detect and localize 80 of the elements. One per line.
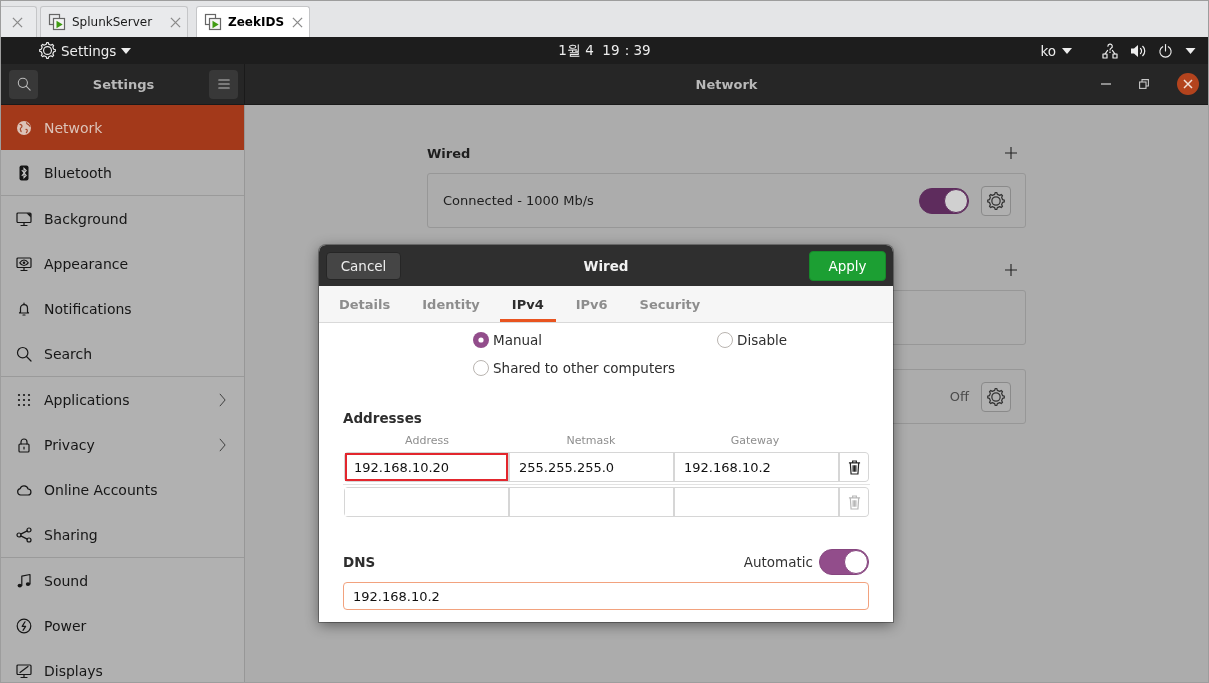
toggle-switch[interactable]: [919, 187, 969, 214]
settings-button[interactable]: [981, 381, 1011, 412]
sidebar-item[interactable]: Applications: [1, 377, 244, 422]
globe-icon: [16, 119, 32, 136]
bell-icon: [16, 300, 32, 317]
grid-icon: [16, 391, 32, 408]
search-icon: [16, 345, 32, 362]
gear-icon: [987, 191, 1005, 210]
caret-icon: [1062, 47, 1072, 54]
display-icon: [16, 662, 32, 679]
restore-icon[interactable]: [1139, 79, 1149, 89]
network-icon[interactable]: [1102, 42, 1118, 59]
vm-icon: [48, 13, 66, 31]
sidebar-item[interactable]: Sound: [1, 558, 244, 603]
settings-button[interactable]: [981, 185, 1011, 216]
sidebar-item[interactable]: Power: [1, 603, 244, 648]
sidebar-title: Settings: [91, 76, 156, 92]
connection-label: Connected - 1000 Mb/s: [443, 193, 595, 208]
status-text: Off: [949, 389, 969, 404]
plus-icon[interactable]: [1005, 264, 1017, 276]
music-note-icon: [16, 572, 32, 589]
column-header: Gateway: [729, 435, 781, 447]
search-icon: [16, 77, 31, 91]
netmask-field[interactable]: [510, 488, 673, 516]
clock[interactable]: 1월 4 19：39: [558, 41, 651, 60]
sidebar-item[interactable]: Sharing: [1, 512, 244, 557]
tab[interactable]: IPv4: [499, 286, 556, 322]
monitor-eye-icon: [16, 255, 32, 272]
browser-tab[interactable]: SplunkServer: [40, 6, 188, 37]
radio-option[interactable]: Manual: [473, 326, 717, 354]
sidebar-item[interactable]: Displays: [1, 648, 244, 682]
lock-icon: [16, 436, 32, 453]
trash-icon: [847, 494, 861, 510]
cancel-button[interactable]: Cancel: [326, 251, 401, 280]
sidebar-item[interactable]: Notifications: [1, 286, 244, 331]
close-icon[interactable]: [1177, 73, 1199, 95]
caret-icon[interactable]: [1185, 47, 1196, 54]
search-button[interactable]: [9, 69, 38, 99]
trash-icon: [847, 459, 861, 475]
netmask-field[interactable]: 255.255.255.0: [510, 453, 673, 481]
power-icon: [16, 617, 32, 634]
bluetooth-icon: [16, 164, 32, 181]
keyboard-layout-menu[interactable]: ko: [1040, 42, 1072, 59]
sidebar-item[interactable]: Bluetooth: [1, 150, 244, 195]
radio-option[interactable]: Disable: [717, 326, 869, 354]
menu-button[interactable]: [209, 69, 238, 99]
delete-button[interactable]: [840, 453, 868, 481]
column-header: Netmask: [565, 435, 617, 447]
gateway-field[interactable]: 192.168.10.2: [675, 453, 838, 481]
vm-icon: [204, 13, 222, 31]
monitor-icon: [16, 210, 32, 227]
browser-tab[interactable]: ZeekIDS: [196, 6, 311, 37]
gear-icon: [39, 42, 56, 59]
sidebar-item[interactable]: Online Accounts: [1, 467, 244, 512]
sidebar-item[interactable]: Appearance: [1, 241, 244, 286]
volume-icon[interactable]: [1130, 42, 1146, 59]
sidebar-item[interactable]: Search: [1, 331, 244, 376]
sidebar-item[interactable]: Network: [1, 105, 244, 150]
column-header: Address: [404, 435, 450, 447]
plus-icon[interactable]: [1005, 147, 1017, 159]
radio-option[interactable]: Shared to other computers: [473, 354, 717, 382]
toggle-label: Automatic: [743, 554, 813, 570]
section-title: Addresses: [343, 409, 423, 427]
share-icon: [16, 526, 32, 543]
sidebar-item[interactable]: Privacy: [1, 422, 244, 467]
app-menu[interactable]: Settings: [39, 42, 132, 59]
menu-icon: [216, 77, 231, 91]
window-title: Network: [695, 76, 758, 92]
section-title: Wired: [427, 145, 471, 161]
gear-icon: [987, 387, 1005, 406]
dialog-title: Wired: [583, 257, 629, 274]
sidebar-item[interactable]: Background: [1, 196, 244, 241]
section-title: DNS: [343, 553, 376, 571]
caret-icon: [121, 47, 132, 54]
gateway-field[interactable]: [675, 488, 838, 516]
toggle-switch[interactable]: [819, 549, 869, 575]
power-icon[interactable]: [1158, 42, 1173, 59]
address-field[interactable]: [345, 488, 508, 516]
dns-field[interactable]: 192.168.10.2: [343, 582, 869, 610]
address-field[interactable]: 192.168.10.20: [345, 453, 508, 481]
